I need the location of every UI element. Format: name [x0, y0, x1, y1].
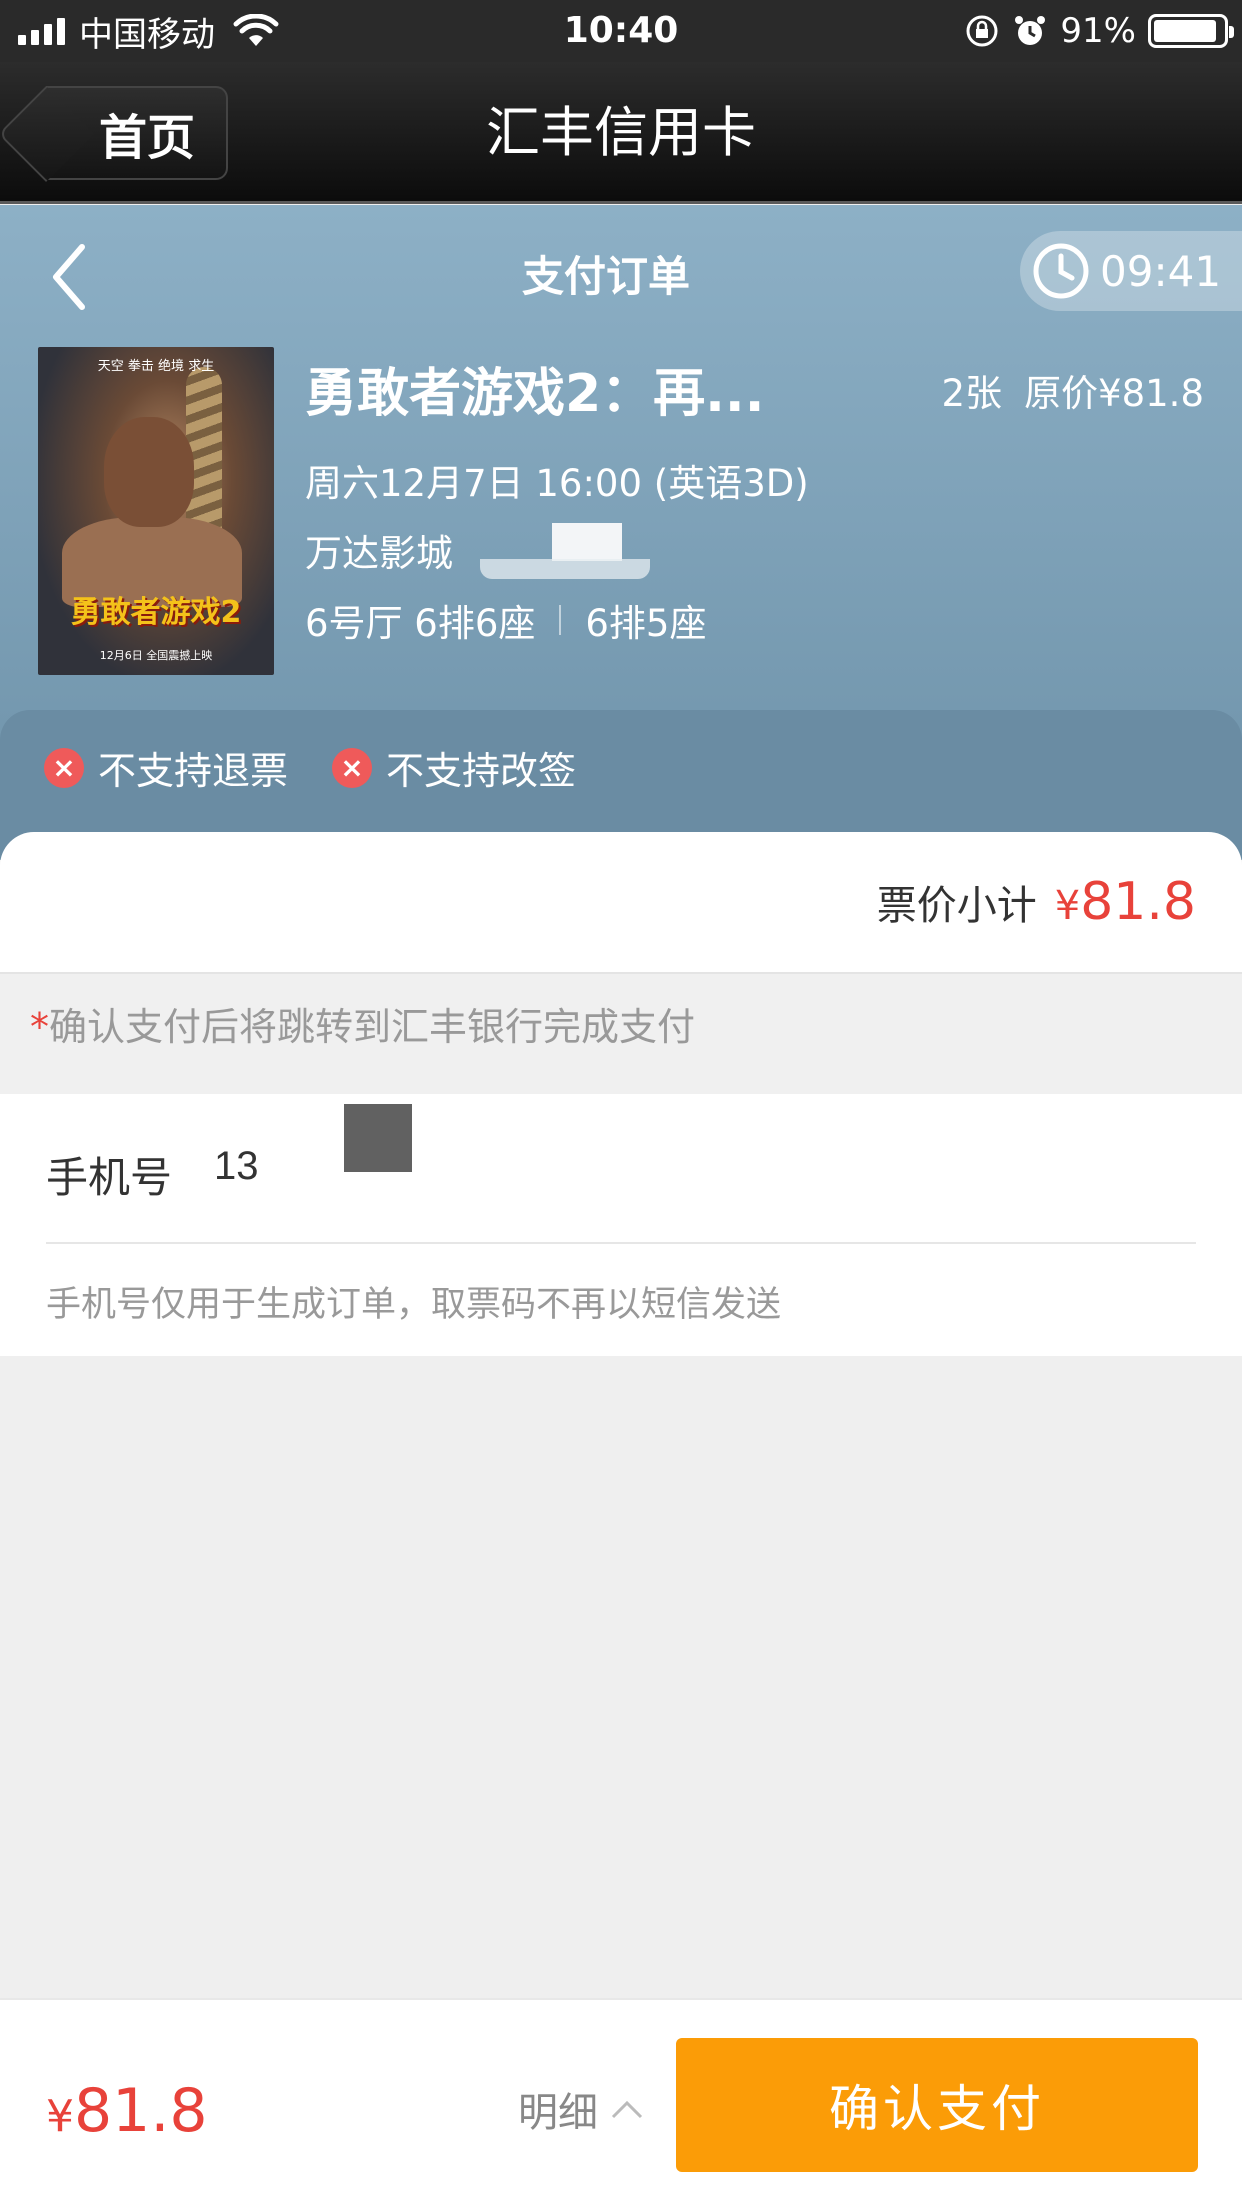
- battery-percent: 91%: [1060, 11, 1136, 51]
- showtime: 周六12月7日 16:00 (英语3D): [305, 462, 809, 505]
- seat-divider: [559, 605, 562, 635]
- phone-label: 手机号: [46, 1153, 173, 1202]
- movie-poster: 天空 拳击 绝境 求生 勇敢者游戏2 12月6日 全国震撼上映: [38, 347, 274, 675]
- cinema-name: 万达影城: [305, 532, 453, 575]
- total-amount: ¥81.8: [46, 2076, 208, 2146]
- back-arrow-icon[interactable]: [44, 237, 94, 317]
- notice-label: 不支持改签: [386, 749, 577, 793]
- close-icon: ×: [44, 747, 84, 788]
- ticket-count: 2张: [941, 372, 1003, 415]
- phone-section: 手机号 手机号仅用于生成订单，取票码不再以短信发送: [0, 1094, 1242, 1356]
- poster-tagline: 天空 拳击 绝境 求生: [97, 359, 215, 374]
- ticket-price-info: 2张 原价¥81.8: [942, 363, 1204, 417]
- required-star: *: [30, 1005, 49, 1049]
- wifi-icon: [233, 14, 279, 46]
- status-left: 中国移动: [18, 0, 279, 62]
- tip-text: 确认支付后将跳转到汇丰银行完成支付: [49, 1005, 696, 1049]
- battery-icon: [1148, 14, 1234, 48]
- confirm-pay-button[interactable]: 确认支付: [676, 2038, 1198, 2172]
- home-back-label: 首页: [98, 110, 195, 166]
- status-bar: 中国移动 10:40 91%: [0, 0, 1242, 62]
- battery-level: [1154, 20, 1216, 42]
- notice-no-change: × 不支持改签: [332, 740, 576, 795]
- subtotal-label: 票价小计: [876, 883, 1037, 929]
- movie-title: 勇敢者游戏2：再...: [305, 364, 765, 424]
- alarm-icon: [1015, 16, 1046, 45]
- phone-row: 手机号: [46, 1094, 1196, 1244]
- notice-label: 不支持退票: [98, 749, 289, 793]
- poster-release-date: 12月6日 全国震撼上映: [99, 649, 213, 662]
- clock-icon: [1033, 243, 1089, 299]
- redacted-phone-digits: [344, 1104, 412, 1172]
- payment-redirect-tip: *确认支付后将跳转到汇丰银行完成支付: [0, 972, 1242, 1094]
- seat-info: 6号厅 6排6座 6排5座: [305, 593, 706, 647]
- app-navbar: 首页 汇丰信用卡: [0, 62, 1242, 204]
- subtotal-value: 81.8: [1080, 872, 1196, 932]
- seat-2: 6排5座: [585, 602, 707, 645]
- rotation-lock-icon: [966, 15, 998, 47]
- hall-seat-1: 6号厅 6排6座: [305, 602, 536, 645]
- close-icon: ×: [332, 747, 373, 788]
- detail-label: 明细: [518, 2090, 598, 2136]
- original-price: 原价¥81.8: [1024, 372, 1204, 415]
- phone-note: 手机号仅用于生成订单，取票码不再以短信发送: [46, 1285, 782, 1325]
- chevron-up-icon: [611, 2100, 643, 2119]
- redacted-cinema-branch: [480, 523, 650, 585]
- order-header: 支付订单 09:41 天空 拳击 绝境 求生 勇敢者游戏2 12月6日 全国震撼…: [0, 205, 1242, 860]
- price-subtotal-row: 票价小计 ¥81.8: [0, 832, 1242, 972]
- poster-figure-head: [104, 417, 194, 527]
- currency-symbol: ¥: [46, 2091, 74, 2142]
- phone-input[interactable]: [214, 1144, 814, 1189]
- home-back-button[interactable]: 首页: [46, 86, 228, 180]
- status-right: 91%: [964, 0, 1234, 62]
- signal-icon: [18, 17, 65, 45]
- countdown-timer: 09:41: [1020, 231, 1242, 311]
- carrier-name: 中国移动: [79, 14, 215, 55]
- currency-symbol: ¥: [1054, 883, 1081, 929]
- checkout-bar: ¥81.8 明细 确认支付: [0, 1998, 1242, 2208]
- poster-title: 勇敢者游戏2: [70, 595, 242, 630]
- subtotal-amount: ¥81.8: [1055, 872, 1196, 932]
- detail-toggle-button[interactable]: 明细: [518, 2080, 644, 2138]
- countdown-value: 09:41: [1100, 246, 1222, 296]
- total-value: 81.8: [74, 2076, 208, 2146]
- notice-no-refund: × 不支持退票: [44, 740, 288, 795]
